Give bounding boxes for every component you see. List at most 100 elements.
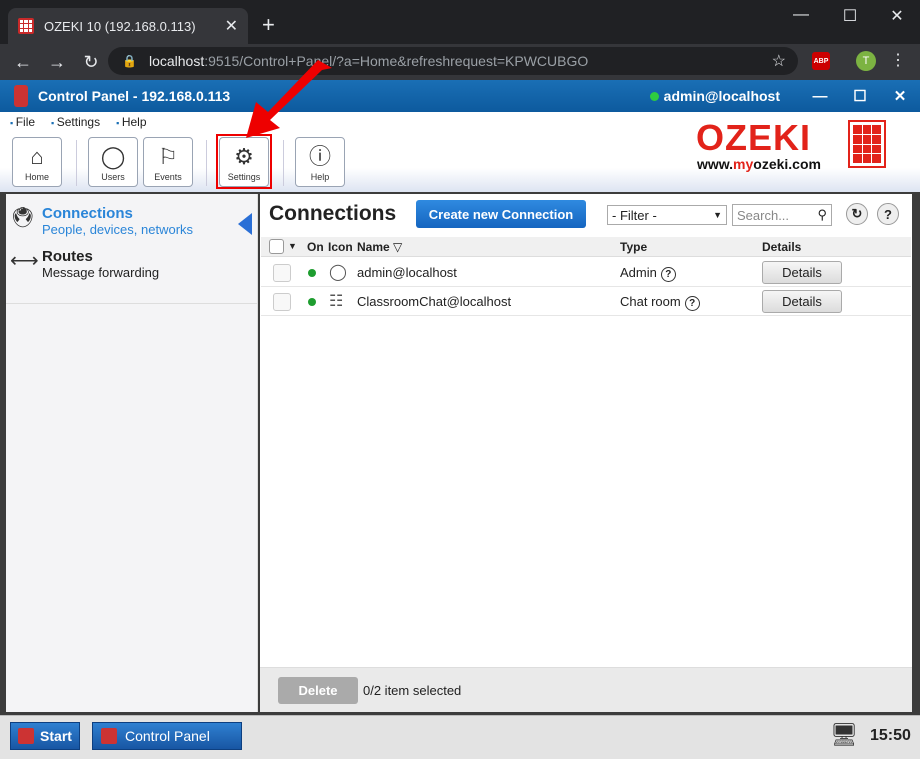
- online-status-icon: [308, 298, 316, 306]
- back-arrow-icon[interactable]: ←: [6, 52, 40, 73]
- sidebar-divider: [6, 303, 258, 304]
- tab-close-icon[interactable]: ✕: [225, 16, 238, 36]
- online-status-icon: [308, 269, 316, 277]
- column-name[interactable]: Name ▽: [357, 240, 402, 254]
- home-label: Home: [24, 172, 49, 182]
- brand-url-accent: my: [733, 156, 754, 172]
- row-type-label: Admin: [620, 265, 657, 280]
- menu-bar: File Settings Help: [10, 115, 147, 129]
- row-type-label: Chat room: [620, 294, 681, 309]
- brand-url-prefix: www.: [697, 156, 734, 172]
- url-host: localhost: [148, 53, 205, 69]
- bookmark-star-icon[interactable]: ☆: [772, 51, 786, 71]
- sidebar-selected-indicator: [238, 213, 252, 235]
- window-minimize-icon[interactable]: —: [786, 6, 816, 24]
- menu-help[interactable]: Help: [116, 115, 147, 129]
- delete-button[interactable]: Delete: [278, 677, 358, 704]
- user-icon: ◯: [329, 264, 347, 281]
- home-icon: ⌂: [30, 144, 44, 169]
- select-menu-chevron-icon[interactable]: ▼: [288, 241, 297, 251]
- row-name: ClassroomChat@localhost: [357, 294, 512, 309]
- page-title: Connections: [269, 202, 397, 225]
- select-all-checkbox[interactable]: [269, 239, 284, 254]
- events-label: Events: [154, 172, 182, 182]
- forward-arrow-icon[interactable]: →: [40, 52, 74, 73]
- sidebar-item-subtitle: People, devices, networks: [42, 222, 194, 237]
- row-checkbox[interactable]: [273, 293, 291, 311]
- table-row[interactable]: ◯ admin@localhost Admin? Details: [261, 258, 911, 287]
- app-title: Control Panel - 192.168.0.113: [38, 88, 231, 104]
- details-button[interactable]: Details: [762, 290, 842, 313]
- monitor-icon[interactable]: 🖥: [830, 722, 858, 748]
- home-button[interactable]: ⌂ Home: [12, 137, 62, 187]
- ozeki-favicon-icon: [18, 18, 34, 34]
- new-tab-button[interactable]: +: [262, 12, 275, 38]
- adblock-extension-icon[interactable]: ABP: [812, 52, 830, 70]
- taskbar-control-panel-label: Control Panel: [125, 728, 210, 744]
- current-user: admin@localhost: [663, 88, 780, 104]
- ozeki-robot-icon: [14, 85, 28, 107]
- refresh-icon: ↻: [851, 206, 863, 221]
- sidebar-item-routes[interactable]: ⟷ Routes Message forwarding: [10, 248, 159, 280]
- clock: 15:50: [870, 727, 911, 744]
- user-icon: ◯: [100, 144, 126, 169]
- app-minimize-icon[interactable]: —: [800, 88, 840, 105]
- search-icon: ⚲: [817, 207, 827, 222]
- type-help-icon[interactable]: ?: [684, 296, 700, 311]
- row-name: admin@localhost: [357, 265, 457, 280]
- sort-icon: ▽: [393, 240, 403, 254]
- sidebar-item-connections[interactable]: 🖲 Connections People, devices, networks: [10, 205, 193, 237]
- myozeki-link[interactable]: www.myozeki.com: [697, 156, 821, 172]
- browser-tab[interactable]: OZEKI 10 (192.168.0.113) ✕: [8, 8, 248, 44]
- chat-room-icon: ☷: [329, 293, 344, 310]
- start-label: Start: [40, 728, 72, 744]
- menu-file[interactable]: File: [10, 115, 35, 129]
- sidebar-item-title: Routes: [42, 248, 93, 265]
- filter-select[interactable]: - Filter - ▼: [607, 205, 727, 225]
- menu-settings[interactable]: Settings: [51, 115, 100, 129]
- reload-icon[interactable]: ↻: [74, 52, 108, 73]
- window-maximize-icon[interactable]: ☐: [835, 6, 865, 26]
- type-help-icon[interactable]: ?: [660, 267, 676, 282]
- events-button[interactable]: ⚐ Events: [143, 137, 193, 187]
- ozeki-robot-icon: [101, 728, 117, 744]
- sidebar-item-title: Connections: [42, 205, 133, 222]
- row-checkbox[interactable]: [273, 264, 291, 282]
- table-row[interactable]: ☷ ClassroomChat@localhost Chat room? Det…: [261, 287, 911, 316]
- ribbon-divider: [206, 140, 207, 186]
- ozeki-keypad-logo-icon: [848, 120, 886, 168]
- help-circle-button[interactable]: ?: [877, 203, 899, 225]
- online-status-icon: [649, 91, 659, 101]
- users-label: Users: [101, 172, 125, 182]
- flag-icon: ⚐: [158, 144, 178, 169]
- browser-menu-icon[interactable]: ⋮: [890, 50, 906, 70]
- column-details: Details: [762, 240, 802, 254]
- taskbar-control-panel[interactable]: Control Panel: [92, 722, 242, 750]
- refresh-button[interactable]: ↻: [846, 203, 868, 225]
- ozeki-logo: OZEKI: [696, 117, 812, 158]
- help-label: Help: [310, 172, 330, 182]
- ribbon-divider: [76, 140, 77, 186]
- profile-avatar[interactable]: T: [856, 51, 876, 71]
- question-icon: ?: [884, 206, 892, 222]
- app-close-icon[interactable]: ✕: [880, 87, 920, 105]
- chevron-down-icon: ▼: [713, 210, 722, 220]
- app-maximize-icon[interactable]: ☐: [840, 87, 880, 105]
- users-button[interactable]: ◯ Users: [88, 137, 138, 187]
- window-close-icon[interactable]: ✕: [882, 6, 912, 26]
- column-icon: Icon: [328, 240, 353, 254]
- column-on: On: [307, 240, 324, 254]
- create-connection-button[interactable]: Create new Connection: [416, 200, 586, 228]
- column-type: Type: [620, 240, 648, 254]
- brand-url-rest: ozeki.com: [753, 156, 821, 172]
- devices-icon: 🖲: [10, 207, 36, 229]
- details-button[interactable]: Details: [762, 261, 842, 284]
- start-button[interactable]: Start: [10, 722, 80, 750]
- ozeki-grid-icon: [18, 728, 35, 744]
- signpost-icon: ⟷: [10, 250, 39, 272]
- search-input[interactable]: Search... ⚲: [732, 204, 832, 226]
- tab-title: OZEKI 10 (192.168.0.113): [44, 18, 196, 34]
- selection-info: 0/2 item selected: [363, 683, 462, 698]
- address-bar[interactable]: 🔒 localhost:9515/Control+Panel/?a=Home&r…: [108, 47, 798, 75]
- red-arrow-annotation: [246, 60, 332, 138]
